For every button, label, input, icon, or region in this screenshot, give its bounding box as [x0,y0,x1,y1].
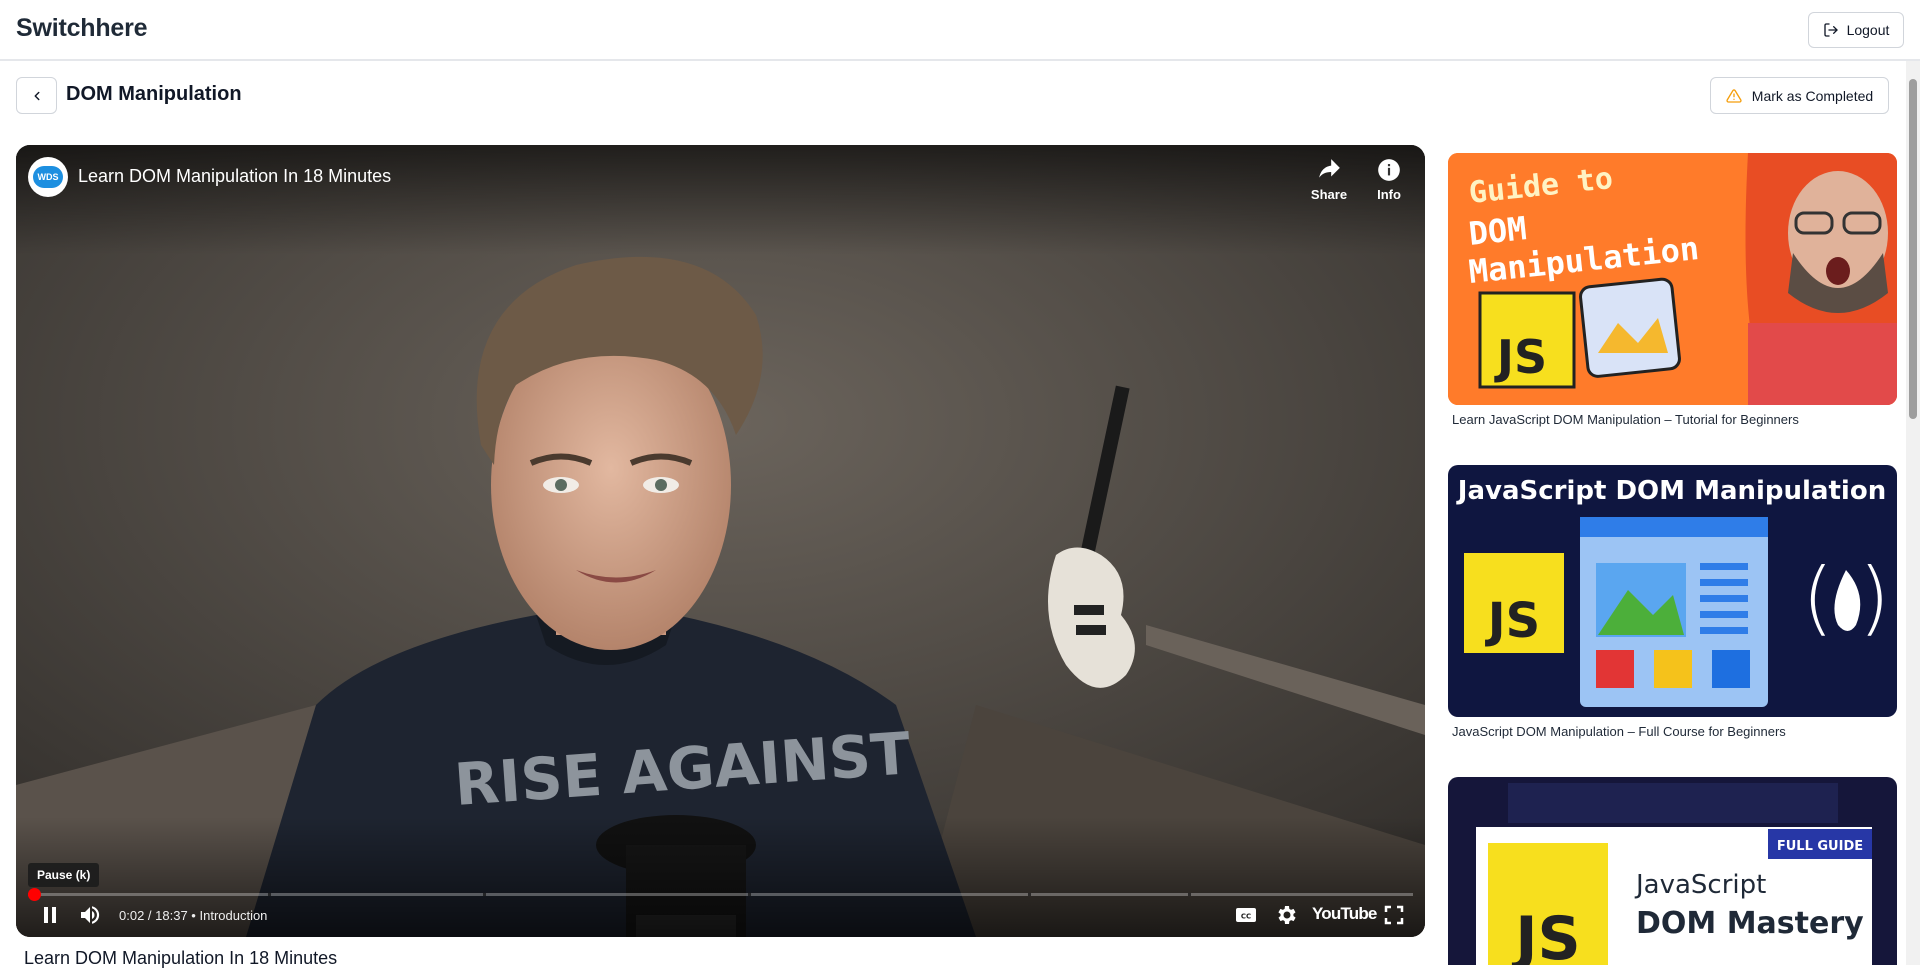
captions-button[interactable]: CC [1234,900,1258,930]
page-scrollbar[interactable] [1906,61,1920,965]
chevron-left-icon [34,91,39,100]
scrollbar-thumb[interactable] [1909,79,1917,419]
info-label: Info [1377,187,1401,202]
related-thumbnail: Guide to DOM Manipulation JS [1448,153,1897,405]
chapter-marker [1028,893,1031,896]
thumb-line1: JavaScript [1634,870,1766,900]
time-elapsed: 0:02 / 18:37 [119,908,188,923]
channel-avatar[interactable]: WDS [28,157,68,197]
thumb-title: JavaScript DOM Manipulation [1456,476,1886,506]
chapter-marker [1188,893,1191,896]
related-video-card[interactable]: FULL GUIDE JS JavaScript DOM Mastery [1448,777,1897,965]
logout-label: Logout [1846,22,1890,38]
svg-text:CC: CC [1241,913,1251,921]
time-display: 0:02 / 18:37 • Introduction [119,908,267,923]
pause-button[interactable] [38,900,62,930]
share-button[interactable]: Share [1305,157,1353,202]
fullscreen-button[interactable] [1382,900,1406,930]
volume-icon [81,906,100,924]
volume-button[interactable] [78,900,102,930]
share-label: Share [1310,187,1348,202]
info-button[interactable]: Info [1369,157,1409,202]
brand-logo[interactable]: Switchhere [16,14,148,43]
related-caption[interactable]: JavaScript DOM Manipulation – Full Cours… [1448,724,1897,739]
progress-bar[interactable] [28,888,1413,901]
thumb-js: JS [1511,904,1581,965]
logout-button[interactable]: Logout [1808,12,1904,48]
related-video-card[interactable]: Guide to DOM Manipulation JS Learn JavaS… [1448,153,1897,427]
app-header: Switchhere Logout [0,0,1920,61]
top-gradient [16,145,1425,255]
video-title[interactable]: Learn DOM Manipulation In 18 Minutes [78,166,391,187]
settings-button[interactable] [1274,900,1298,930]
thumb-js: JS [1485,593,1540,649]
video-player[interactable]: RISE AGAINST WDS Learn DOM Manipulation … [16,145,1425,937]
info-icon [1378,159,1400,181]
youtube-logo[interactable]: YouTube [1312,904,1377,924]
chapter-title[interactable]: Introduction [199,908,267,923]
time-separator: • [191,908,196,923]
warning-icon [1726,88,1742,103]
logout-icon [1823,23,1838,37]
thumb-js: JS [1494,330,1547,384]
related-video-card[interactable]: JavaScript DOM Manipulation JS ( ) JavaS… [1448,465,1897,739]
gear-icon [1278,906,1296,924]
fullscreen-icon [1384,905,1404,925]
mark-completed-label: Mark as Completed [1751,87,1874,104]
related-caption[interactable]: Learn JavaScript DOM Manipulation – Tuto… [1448,412,1897,427]
page-title: DOM Manipulation [66,83,242,105]
back-button[interactable] [16,77,57,114]
chapter-marker [483,893,486,896]
chapter-marker [268,893,271,896]
captions-icon: CC [1236,908,1256,922]
channel-initials: WDS [33,166,63,188]
pause-icon [44,907,56,923]
related-thumbnail: FULL GUIDE JS JavaScript DOM Mastery [1448,777,1897,965]
lesson-toolbar: DOM Manipulation Mark as Completed [0,62,1920,128]
mark-completed-button[interactable]: Mark as Completed [1710,77,1889,114]
video-caption-title: Learn DOM Manipulation In 18 Minutes [24,948,338,968]
thumb-line2: DOM [1467,209,1528,253]
thumb-line2: DOM Mastery [1636,906,1864,941]
thumb-badge: FULL GUIDE [1777,839,1863,854]
related-thumbnail: JavaScript DOM Manipulation JS ( ) [1448,465,1897,717]
chapter-marker [748,893,751,896]
pause-tooltip: Pause (k) [28,863,100,887]
share-icon [1319,159,1340,178]
